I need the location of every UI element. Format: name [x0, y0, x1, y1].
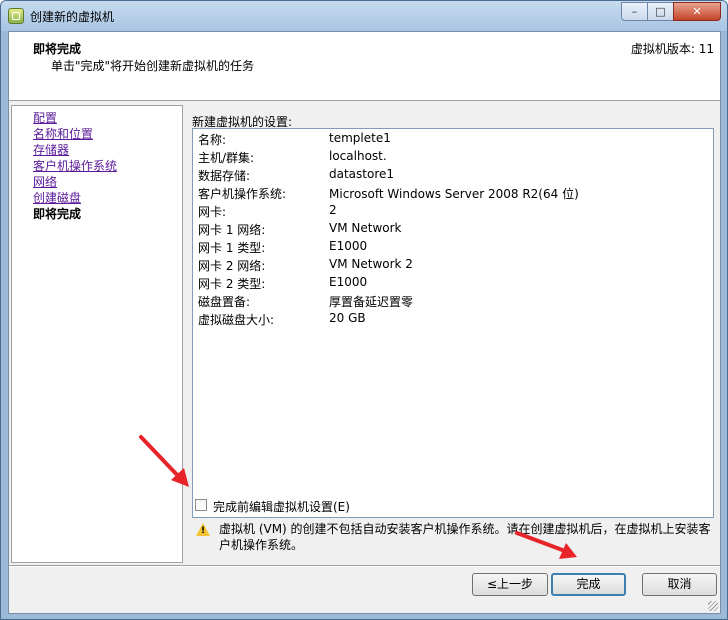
wizard-header: 即将完成 单击"完成"将开始创建新虚拟机的任务 虚拟机版本: 11: [9, 32, 720, 101]
annotation-arrow-to-finish: [515, 531, 577, 559]
nav-item-network[interactable]: 网络: [33, 173, 57, 190]
nav-item-guest-os[interactable]: 客户机操作系统: [33, 157, 117, 174]
nav-item-create-disk[interactable]: 创建磁盘: [33, 189, 81, 206]
back-button[interactable]: ≤上一步: [472, 573, 548, 596]
page-title: 即将完成: [33, 42, 82, 56]
annotation-arrow-to-checkbox: [139, 435, 189, 487]
nav-item-config[interactable]: 配置: [33, 109, 57, 126]
nav-item-name-location[interactable]: 名称和位置: [33, 125, 93, 142]
edit-settings-checkbox[interactable]: [195, 499, 207, 511]
vsphere-app-icon: [8, 8, 24, 24]
wizard-nav: 配置 名称和位置 存储器 客户机操作系统 网络 创建磁盘 即将完成: [11, 105, 183, 563]
vm-version-label: 虚拟机版本: 11: [630, 42, 714, 56]
title-bar[interactable]: 创建新的虚拟机 – □ ✕: [1, 1, 727, 31]
edit-settings-label[interactable]: 完成前编辑虚拟机设置(E): [213, 498, 350, 515]
warning-message: 虚拟机 (VM) 的创建不包括自动安装客户机操作系统。请在创建虚拟机后，在虚拟机…: [219, 522, 711, 552]
cancel-button[interactable]: 取消: [642, 573, 717, 596]
finish-button[interactable]: 完成: [551, 573, 626, 596]
window-title: 创建新的虚拟机: [30, 10, 115, 24]
resize-grip[interactable]: [708, 601, 718, 611]
close-button[interactable]: ✕: [673, 2, 721, 21]
minimize-button[interactable]: –: [621, 2, 648, 21]
maximize-button[interactable]: □: [647, 2, 674, 21]
dialog-client-area: 即将完成 单击"完成"将开始创建新虚拟机的任务 虚拟机版本: 11 配置 名称和…: [8, 31, 721, 614]
nav-item-storage[interactable]: 存储器: [33, 141, 69, 158]
page-subtitle: 单击"完成"将开始创建新虚拟机的任务: [51, 59, 255, 73]
button-divider: [9, 565, 720, 567]
dialog-window: 创建新的虚拟机 – □ ✕ 即将完成 单击"完成"将开始创建新虚拟机的任务 虚拟…: [0, 0, 728, 620]
warning-icon-mark: !: [200, 526, 206, 536]
settings-summary-box[interactable]: 名称: templete1 主机/群集: localhost. 数据存储: datas…: [192, 128, 714, 518]
nav-item-ready-to-complete: 即将完成: [33, 207, 82, 221]
